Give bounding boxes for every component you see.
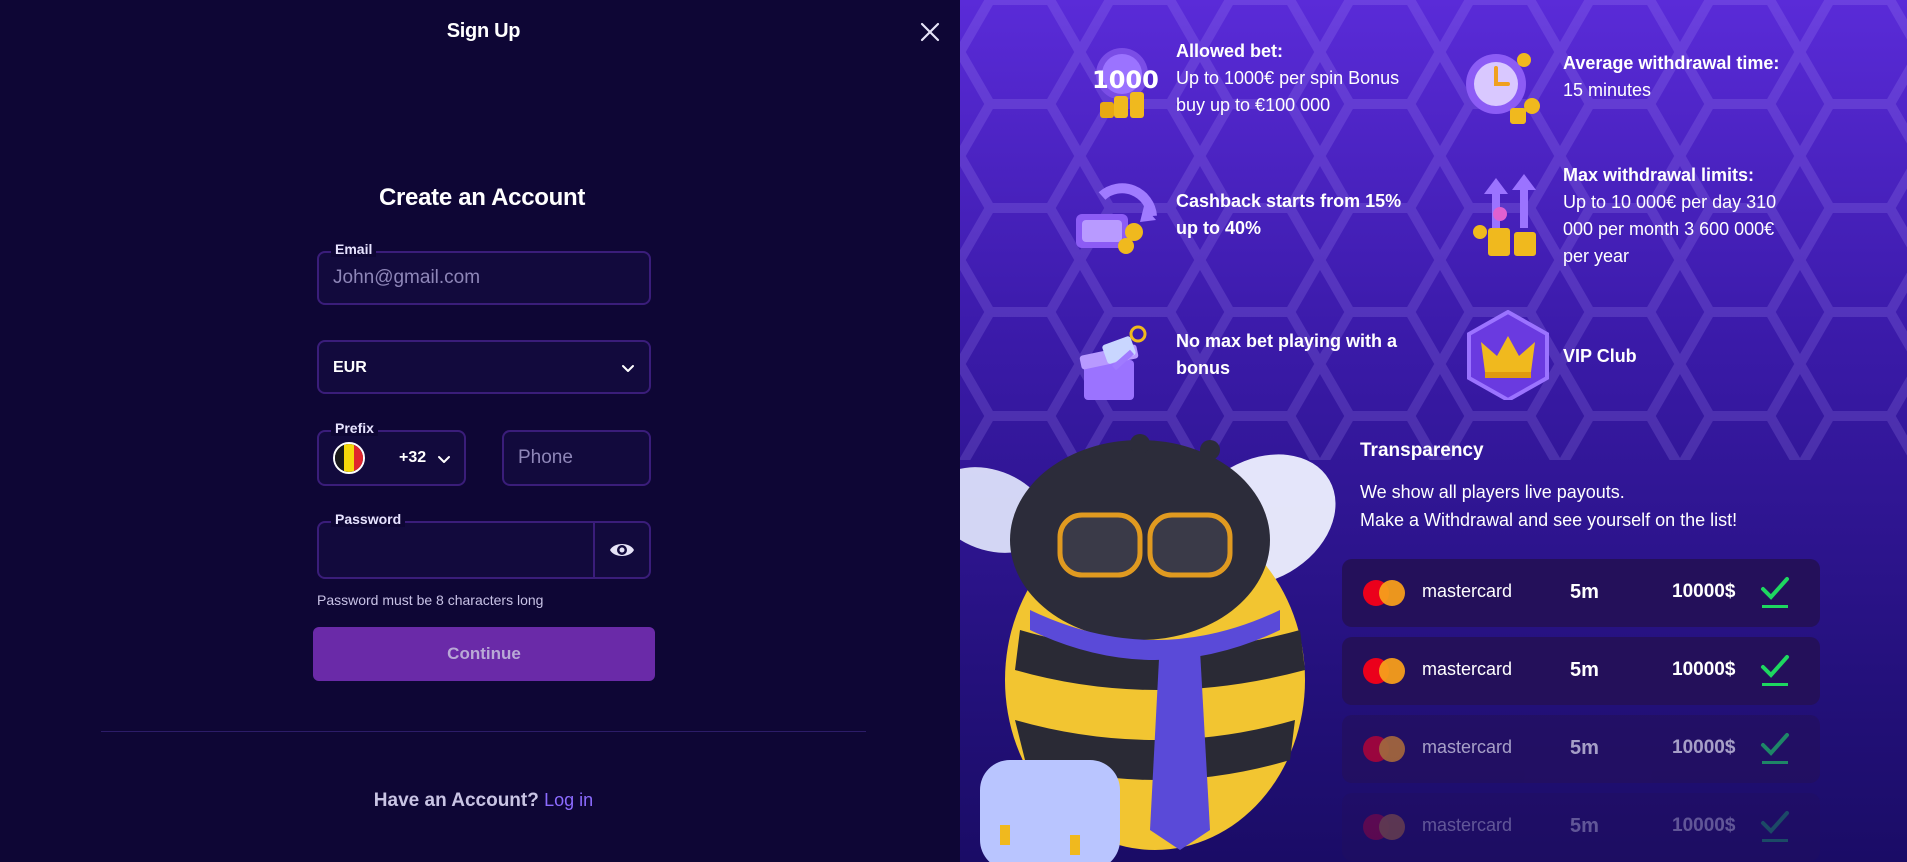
payout-method: mastercard — [1422, 737, 1513, 757]
feature-title: Average withdrawal time: — [1563, 53, 1780, 73]
close-icon[interactable] — [918, 20, 942, 44]
feature-body: 15 minutes — [1563, 80, 1652, 100]
feature-no-max-bet: No max bet playing with a bonus — [1176, 328, 1416, 382]
feature-title: Allowed bet: — [1176, 41, 1283, 61]
prefix-label: Prefix — [331, 420, 378, 436]
cashback-icon — [1076, 183, 1157, 254]
transparency-title: Transparency — [1360, 440, 1484, 461]
feature-allowed-bet: Allowed bet: Up to 1000€ per spin Bonus … — [1176, 38, 1406, 119]
payout-time: 5m — [1570, 659, 1599, 681]
bee-mascot-illustration — [960, 434, 1336, 862]
signup-panel: Sign Up Create an Account Email EUR Pref… — [0, 0, 960, 862]
mastercard-icon — [1363, 580, 1405, 606]
bet-icon-text: 1000 — [1092, 66, 1159, 94]
prefix-value: +32 — [399, 449, 427, 466]
phone-field[interactable] — [502, 430, 651, 486]
bet-1000-icon: 1000 — [1092, 48, 1159, 118]
divider — [101, 731, 866, 732]
mastercard-icon — [1363, 736, 1405, 762]
checkmark-icon — [1761, 655, 1789, 686]
feature-cashback: Cashback starts from 15% up to 40% — [1176, 188, 1416, 242]
feature-body: Up to 10 000€ per day 310 000 per month … — [1563, 192, 1777, 266]
withdrawal-limits-icon — [1473, 174, 1536, 256]
modal-title: Sign Up — [446, 20, 521, 42]
toggle-password-visibility[interactable] — [593, 523, 649, 577]
currency-select[interactable]: EUR — [317, 340, 651, 394]
email-label: Email — [331, 241, 377, 257]
payout-amount: 10000$ — [1672, 737, 1736, 758]
payout-amount: 10000$ — [1672, 659, 1736, 680]
payout-amount: 10000$ — [1672, 815, 1736, 836]
feature-title: Cashback starts from 15% up to 40% — [1176, 191, 1402, 238]
transparency-line-1: We show all players live payouts. — [1360, 482, 1625, 502]
payout-method: mastercard — [1422, 815, 1513, 835]
feature-title: No max bet playing with a bonus — [1176, 331, 1398, 378]
email-input[interactable] — [319, 253, 649, 303]
payout-method: mastercard — [1422, 659, 1513, 679]
feature-withdrawal-time: Average withdrawal time: 15 minutes — [1563, 50, 1803, 104]
chevron-down-icon — [438, 456, 450, 463]
feature-vip-club: VIP Club — [1563, 343, 1803, 370]
phone-input[interactable] — [504, 432, 649, 484]
transparency-line-2: Make a Withdrawal and see yourself on th… — [1360, 510, 1738, 530]
mastercard-icon — [1363, 814, 1405, 840]
payout-row: mastercard 5m 10000$ — [1342, 559, 1820, 627]
belgium-flag-icon — [333, 442, 365, 474]
have-account-text: Have an Account? — [373, 790, 539, 811]
password-label: Password — [331, 511, 406, 527]
eye-icon — [610, 544, 634, 556]
feature-title: Max withdrawal limits: — [1563, 165, 1755, 185]
password-hint: Password must be 8 characters long — [317, 592, 544, 608]
form-title: Create an Account — [378, 184, 586, 211]
checkmark-icon — [1761, 577, 1789, 608]
login-link[interactable]: Log in — [544, 790, 593, 810]
currency-value: EUR — [333, 359, 367, 376]
payout-time: 5m — [1570, 737, 1599, 759]
chevron-down-icon — [622, 365, 634, 372]
login-prompt: Have an Account? Log in — [0, 790, 967, 812]
payout-row: mastercard 5m 10000$ — [1342, 637, 1820, 705]
payout-row: mastercard 5m 10000$ — [1342, 793, 1820, 861]
email-field[interactable]: Email — [317, 241, 651, 305]
password-input[interactable] — [319, 523, 595, 577]
mastercard-icon — [1363, 658, 1405, 684]
checkmark-icon — [1761, 811, 1789, 842]
feature-withdrawal-limits: Max withdrawal limits: Up to 10 000€ per… — [1563, 162, 1803, 270]
gift-bonus-icon — [1079, 325, 1147, 400]
password-field[interactable]: Password — [317, 511, 651, 579]
crown-icon — [1467, 310, 1549, 400]
feature-title: VIP Club — [1563, 346, 1637, 366]
payout-amount: 10000$ — [1672, 581, 1736, 602]
payout-time: 5m — [1570, 581, 1599, 603]
payout-time: 5m — [1570, 815, 1599, 837]
payout-method: mastercard — [1422, 581, 1513, 601]
payout-row: mastercard 5m 10000$ — [1342, 715, 1820, 783]
clock-coins-icon — [1466, 53, 1540, 124]
feature-body: Up to 1000€ per spin Bonus buy up to €10… — [1176, 68, 1400, 115]
continue-button[interactable]: Continue — [313, 627, 655, 681]
promo-panel: 1000 Allowed bet: Up to 1000€ per spin B… — [960, 0, 1907, 862]
prefix-select[interactable]: Prefix +32 — [317, 420, 466, 486]
checkmark-icon — [1761, 733, 1789, 764]
transparency-description: We show all players live payouts. Make a… — [1360, 478, 1780, 534]
